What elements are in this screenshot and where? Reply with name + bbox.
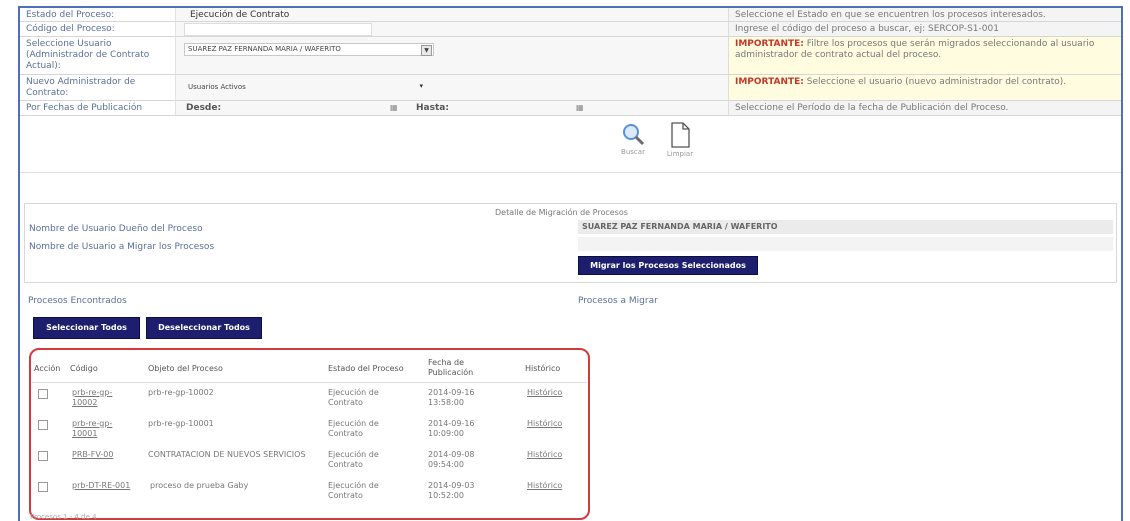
migrate-label: Nombre de Usuario a Migrar los Procesos [29,242,215,252]
usuario-actual-value: SUAREZ PAZ FERNANDA MARIA / WAFERITO [188,45,341,53]
fechas-cell: Desde: ▦ Hasta: ▦ [176,101,728,115]
search-icon [623,124,645,146]
detalle-title: Detalle de Migración de Procesos [495,208,628,217]
filter-hint: Seleccione el Estado en que se encuentre… [728,8,1121,21]
hasta-label: Hasta: [416,103,449,113]
migration-form: Estado del Proceso: Ejecución de Contrat… [18,6,1123,521]
blank-document-icon [671,122,690,148]
filter-hint: Seleccione el Período de la fecha de Pub… [728,101,1121,115]
nuevo-admin-select[interactable]: Usuarios Activos ▾ [184,81,428,94]
search-toolbar: Buscar Limpiar [20,116,1121,173]
owner-label: Nombre de Usuario Dueño del Proceso [29,224,203,234]
migrar-procesos-button[interactable]: Migrar los Procesos Seleccionados [578,256,758,275]
desde-label: Desde: [186,103,222,113]
important-label: IMPORTANTE: [735,39,804,49]
filter-hint: Ingrese el código del proceso a buscar, … [728,22,1121,36]
buscar-button[interactable]: Buscar [613,122,653,162]
highlight-annotation [29,348,590,520]
nuevo-admin-value: Usuarios Activos [188,83,246,91]
limpiar-label: Limpiar [666,150,694,158]
calendar-icon[interactable]: ▦ [576,103,584,112]
estado-select[interactable]: Ejecución de Contrato [176,8,728,21]
filter-label: Por Fechas de Publicación [20,101,176,115]
filter-row-fechas: Por Fechas de Publicación Desde: ▦ Hasta… [20,101,1121,116]
limpiar-button[interactable]: Limpiar [660,122,700,162]
usuario-cell: SUAREZ PAZ FERNANDA MARIA / WAFERITO ▼ [176,37,728,74]
dropdown-arrow-icon[interactable]: ▾ [419,82,423,90]
dropdown-arrow-icon[interactable]: ▼ [421,45,432,56]
filter-label: Estado del Proceso: [20,8,176,21]
codigo-cell [176,22,728,36]
filter-row-usuario: Seleccione Usuario (Administrador de Con… [20,37,1121,75]
filter-hint-important: IMPORTANTE: Filtre los procesos que será… [728,37,1121,74]
calendar-icon[interactable]: ▦ [390,103,398,112]
usuario-actual-select[interactable]: SUAREZ PAZ FERNANDA MARIA / WAFERITO ▼ [184,43,434,56]
pagination-info: Procesos 1 - 4 de 4 [30,513,97,521]
filter-row-estado: Estado del Proceso: Ejecución de Contrat… [20,8,1121,22]
procesos-a-migrar-label: Procesos a Migrar [578,296,658,306]
important-text: Seleccione el usuario (nuevo administrad… [806,77,1067,87]
codigo-input[interactable] [184,23,372,36]
filter-row-codigo: Código del Proceso: Ingrese el código de… [20,22,1121,37]
buscar-label: Buscar [621,148,645,156]
procesos-encontrados-label: Procesos Encontrados [28,296,127,306]
migrate-target-field [578,237,1113,251]
nuevo-admin-cell: Usuarios Activos ▾ [176,75,728,100]
filter-hint-important: IMPORTANTE: Seleccione el usuario (nuevo… [728,75,1121,100]
filter-label: Código del Proceso: [20,22,176,36]
seleccionar-todos-button[interactable]: Seleccionar Todos [33,317,140,339]
deseleccionar-todos-button[interactable]: Deseleccionar Todos [146,317,262,339]
filter-row-nuevo-admin: Nuevo Administrador de Contrato: Usuario… [20,75,1121,101]
filter-label: Seleccione Usuario (Administrador de Con… [20,37,176,74]
important-label: IMPORTANTE: [735,77,804,87]
filter-label: Nuevo Administrador de Contrato: [20,75,176,100]
detalle-migracion-panel: Detalle de Migración de Procesos Nombre … [24,203,1117,283]
owner-value: SUAREZ PAZ FERNANDA MARIA / WAFERITO [578,220,1113,234]
